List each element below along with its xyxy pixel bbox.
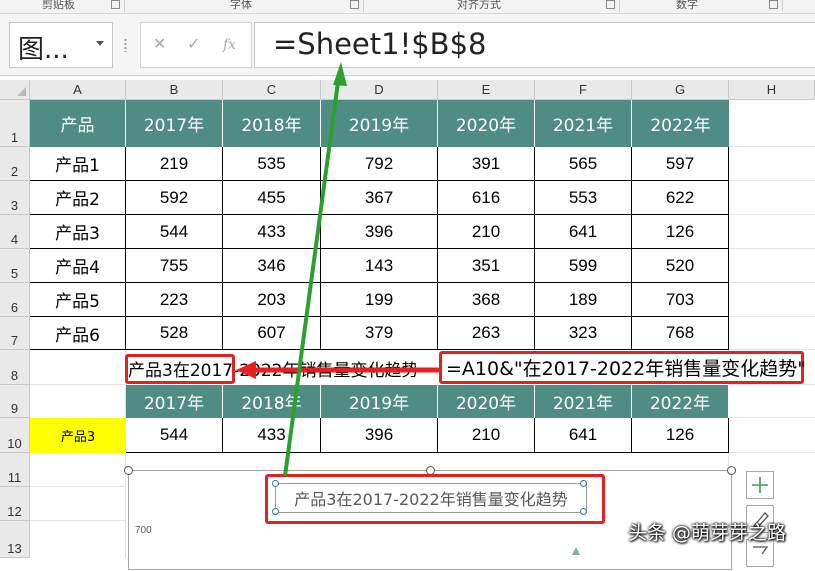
green-arrow-head [333, 62, 347, 86]
watermark-text: 头条 @萌芽芽之路 [628, 522, 787, 544]
annotation-arrows [236, 62, 439, 477]
green-arrow-line [283, 81, 340, 477]
red-arrow-head [236, 361, 256, 379]
